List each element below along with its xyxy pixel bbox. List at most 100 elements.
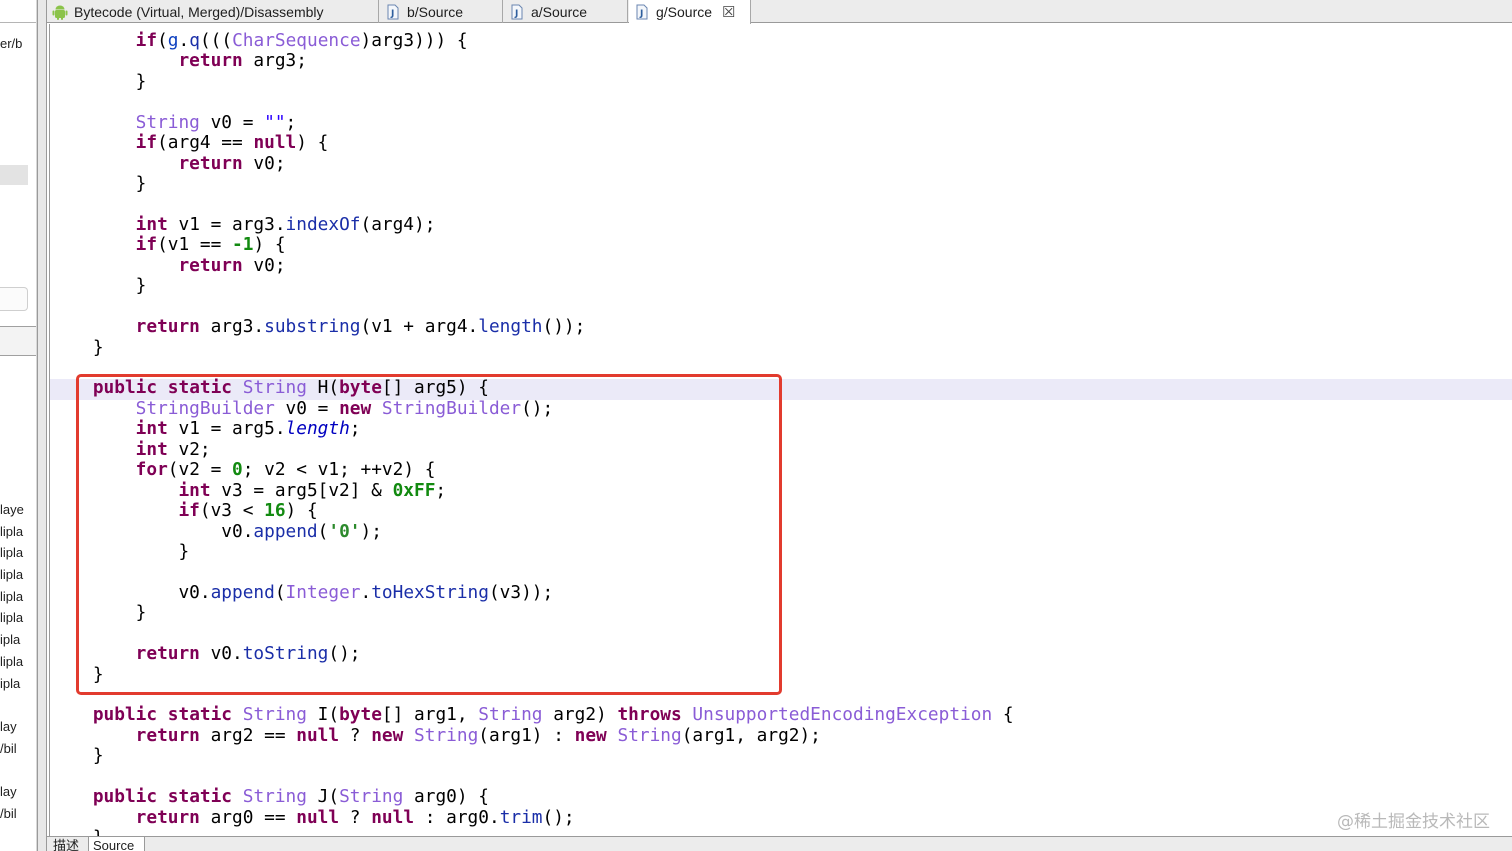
- tab-source[interactable]: Source: [89, 837, 145, 851]
- tree-item-fragment[interactable]: lipla: [0, 545, 30, 560]
- code-line[interactable]: }: [50, 746, 1014, 766]
- code-token: }: [50, 663, 104, 685]
- code-token: -1: [232, 234, 254, 256]
- code-line[interactable]: }: [50, 827, 1014, 836]
- code-token: 16: [264, 500, 286, 522]
- tab-a-source[interactable]: J a/Source: [504, 0, 628, 23]
- java-file-icon: J: [511, 4, 523, 19]
- code-line[interactable]: if(arg4 == null) {: [50, 132, 1014, 153]
- code-token: return: [178, 152, 243, 174]
- tree-item-fragment[interactable]: lay: [0, 784, 30, 799]
- code-line[interactable]: int v3 = arg5[v2] & 0xFF;: [50, 480, 1014, 501]
- code-line[interactable]: int v2;: [50, 438, 1014, 460]
- tree-item-fragment[interactable]: lay: [0, 719, 30, 734]
- code-line[interactable]: v0.append(Integer.toHexString(v3));: [50, 581, 1014, 603]
- code-line[interactable]: if(v3 < 16) {: [50, 500, 1014, 522]
- code-token: v0;: [242, 254, 286, 276]
- code-line[interactable]: [50, 767, 1014, 787]
- code-line[interactable]: public static String H(byte[] arg5) {: [50, 378, 1014, 398]
- code-line[interactable]: }: [50, 71, 1014, 92]
- tab-label: Bytecode (Virtual, Merged)/Disassembly: [74, 3, 324, 20]
- code-token: (v1 + arg4.: [360, 316, 479, 338]
- code-token: (arg1) :: [478, 724, 575, 746]
- code-line[interactable]: }: [50, 603, 1014, 623]
- code-token: null: [296, 724, 340, 746]
- code-line[interactable]: [50, 624, 1014, 644]
- code-token: static: [167, 704, 233, 726]
- code-line[interactable]: [50, 358, 1014, 378]
- code-line[interactable]: [50, 297, 1014, 317]
- code-token: new: [574, 724, 607, 746]
- tree-item-fragment[interactable]: lipla: [0, 524, 30, 539]
- code-line[interactable]: }: [50, 663, 1014, 685]
- code-line[interactable]: [50, 92, 1014, 112]
- panel-splitter[interactable]: [0, 326, 37, 356]
- code-token: int: [135, 438, 168, 460]
- tree-item-fragment[interactable]: er/b: [0, 36, 30, 51]
- filter-input[interactable]: [0, 287, 28, 311]
- code-line[interactable]: if(v1 == -1) {: [50, 235, 1014, 255]
- tree-item-fragment[interactable]: /bil: [0, 806, 30, 821]
- tab-g-source[interactable]: J g/Source ☒: [629, 0, 751, 24]
- editor-tab-bar: Bytecode (Virtual, Merged)/Disassembly J…: [47, 0, 1512, 24]
- code-line[interactable]: [50, 195, 1014, 215]
- code-token: if: [135, 30, 158, 51]
- code-token: H(: [306, 377, 340, 399]
- code-line[interactable]: return arg3.substring(v1 + arg4.length()…: [50, 316, 1014, 338]
- java-file-icon: J: [387, 4, 399, 19]
- code-line[interactable]: if(g.q(((CharSequence)arg3))) {: [50, 30, 1014, 51]
- code-line[interactable]: }: [50, 540, 1014, 562]
- tree-item-fragment[interactable]: lipla: [0, 610, 30, 625]
- code-line[interactable]: int v1 = arg3.indexOf(arg4);: [50, 213, 1014, 235]
- code-line[interactable]: return v0;: [50, 152, 1014, 174]
- code-token: (arg4);: [360, 213, 436, 235]
- panel-divider[interactable]: [38, 0, 47, 851]
- tree-item-fragment[interactable]: lipla: [0, 567, 30, 582]
- code-line[interactable]: String v0 = "";: [50, 111, 1014, 133]
- tree-selected-row[interactable]: [0, 165, 28, 185]
- code-line[interactable]: public static String I(byte[] arg1, Stri…: [50, 705, 1014, 725]
- code-line[interactable]: }: [50, 337, 1014, 358]
- tree-item-fragment[interactable]: ipla: [0, 632, 30, 647]
- tree-item-fragment[interactable]: lipla: [0, 654, 30, 669]
- code-line[interactable]: return arg3;: [50, 51, 1014, 71]
- code-line[interactable]: for(v2 = 0; v2 < v1; ++v2) {: [50, 459, 1014, 480]
- tab-b-source[interactable]: J b/Source: [380, 0, 503, 23]
- tree-item-fragment[interactable]: laye: [0, 502, 30, 517]
- tab-label: g/Source: [656, 4, 713, 20]
- code-line[interactable]: int v1 = arg5.length;: [50, 419, 1014, 439]
- tab-bytecode-disassembly[interactable]: Bytecode (Virtual, Merged)/Disassembly: [47, 0, 379, 23]
- tree-item-fragment[interactable]: /bil: [0, 741, 30, 756]
- code-token: .: [178, 30, 190, 51]
- code-editor[interactable]: if(g.q(((CharSequence)arg3))) { return a…: [49, 24, 1512, 836]
- tab-description[interactable]: 描述: [49, 837, 89, 851]
- code-token: v0.: [50, 520, 254, 542]
- code-line[interactable]: StringBuilder v0 = new StringBuilder();: [50, 398, 1014, 419]
- code-line[interactable]: return v0;: [50, 254, 1014, 276]
- code-token: if: [178, 500, 200, 522]
- code-token: }: [50, 540, 190, 562]
- code-line[interactable]: v0.append('0');: [50, 520, 1014, 542]
- code-line[interactable]: return arg0 == null ? null : arg0.trim()…: [50, 807, 1014, 828]
- source-code[interactable]: if(g.q(((CharSequence)arg3))) { return a…: [50, 30, 1014, 836]
- code-line[interactable]: [50, 685, 1014, 705]
- code-line[interactable]: }: [50, 276, 1014, 296]
- code-token: (: [157, 30, 168, 51]
- code-line[interactable]: return arg2 == null ? new String(arg1) :…: [50, 724, 1014, 746]
- code-token: (v3));: [488, 581, 554, 603]
- code-token: }: [50, 173, 147, 195]
- tree-item-fragment[interactable]: ipla: [0, 676, 30, 691]
- code-line[interactable]: public static String J(String arg0) {: [50, 786, 1014, 807]
- tab-label: a/Source: [531, 3, 588, 20]
- close-icon[interactable]: ☒: [722, 3, 735, 21]
- code-line[interactable]: }: [50, 173, 1014, 195]
- tree-item-fragment[interactable]: lipla: [0, 589, 30, 604]
- code-line[interactable]: [50, 562, 1014, 582]
- code-token: v0 =: [199, 111, 265, 133]
- code-line[interactable]: return v0.toString();: [50, 643, 1014, 664]
